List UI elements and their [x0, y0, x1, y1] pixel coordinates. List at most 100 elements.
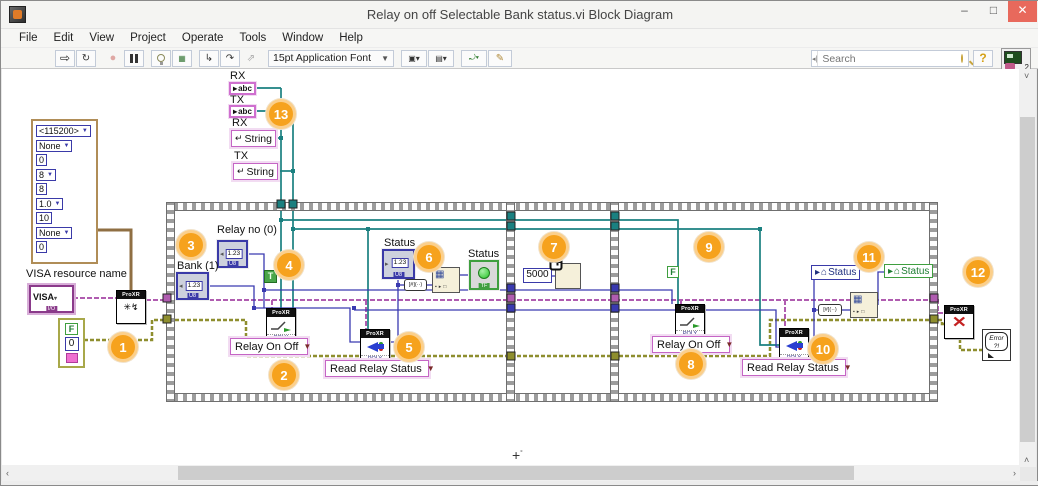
relay-on-off-selector-1[interactable]: Relay On Off ▼ — [230, 338, 311, 355]
close-button[interactable]: ✕ — [1008, 1, 1037, 22]
baud-rate-dropdown[interactable]: <115200> ▼ — [36, 125, 91, 137]
minimize-button[interactable]: – — [950, 1, 979, 22]
local-write-arrow-icon: ↵ — [237, 166, 245, 176]
status-boolean-indicator[interactable]: TF — [469, 260, 499, 290]
context-help-button[interactable]: ? — [973, 50, 993, 67]
numeric-item[interactable]: 0 — [36, 241, 48, 253]
terminal-arrow-icon: ▸ — [385, 261, 389, 269]
index-array-node-2[interactable]: ▦ ▪▸□ — [850, 292, 878, 318]
font-selector[interactable]: 15pt Application Font ▼ — [268, 49, 394, 67]
error-wire — [84, 318, 982, 358]
step-over-button[interactable]: ↷ — [220, 49, 240, 67]
bank-control[interactable]: ◂ 1.23 U8 — [176, 272, 209, 300]
step-out-icon: ⇗ — [246, 52, 256, 64]
false-constant[interactable]: F — [667, 266, 679, 278]
pause-button[interactable] — [124, 49, 144, 67]
chevron-down-icon: ▼ — [54, 200, 61, 207]
vertical-scroll-thumb[interactable] — [1020, 117, 1035, 442]
numeric-icon: 1.23 — [225, 248, 243, 259]
rx-local-label: RX — [232, 117, 248, 129]
serial-config-cluster[interactable]: <115200> ▼ None ▼ 0 8 ▼ 8 1.0 ▼ 10 None ▼ 0 — [31, 119, 98, 264]
sequence-frame-left — [166, 202, 175, 402]
align-objects-button[interactable]: ▣▾ — [401, 49, 427, 67]
menu-tools[interactable]: Tools — [231, 29, 274, 47]
status-local-variable-boolean[interactable]: ▸ ⌂ Status — [884, 264, 934, 278]
flow-control-dropdown[interactable]: None ▼ — [36, 226, 73, 239]
probe-icon: ▦ — [178, 53, 186, 63]
menu-project[interactable]: Project — [122, 29, 174, 47]
menu-view[interactable]: View — [81, 29, 122, 47]
horizontal-scroll-thumb[interactable] — [178, 466, 854, 480]
proxr-read-status-subvi-1[interactable]: ProXR POLY — [360, 329, 390, 363]
search-input[interactable] — [818, 52, 962, 65]
maximize-button[interactable]: □ — [979, 1, 1008, 22]
visa-resource-label: VISA resource name — [26, 268, 127, 280]
proxr-read-status-subvi-2[interactable]: ProXR POLY — [779, 328, 809, 362]
proxr-close-subvi[interactable]: ProXR ✕ — [944, 305, 974, 339]
run-continuous-button[interactable]: ↻ — [76, 49, 96, 67]
numeric-item[interactable]: 10 — [36, 212, 53, 224]
proxr-relay-on-off-subvi-2[interactable]: ProXR POLY — [675, 304, 705, 338]
step-out-button[interactable]: ⇗ — [241, 50, 261, 67]
proxr-relay-on-off-subvi-1[interactable]: ProXR POLY — [266, 308, 296, 342]
retain-wire-values-button[interactable]: ▦ — [172, 49, 192, 67]
scroll-down-arrow[interactable]: ˄ — [1024, 455, 1029, 465]
node-header: ProXR — [945, 306, 973, 314]
tx-string-local-variable[interactable]: ↵ String — [233, 163, 278, 180]
number-to-boolean-array-node-2[interactable]: [#](··) — [818, 304, 842, 316]
menu-file[interactable]: File — [11, 29, 46, 47]
step-into-button[interactable]: ↳ — [199, 49, 219, 67]
toolbar: ⇨ ↻ ● ▦ ↳ ↷ ⇗ 15pt Application Font ▼ ▣▾… — [1, 48, 1038, 73]
scroll-up-arrow[interactable]: ˅ — [1024, 71, 1029, 81]
numeric-icon: 1.23 — [391, 258, 409, 269]
search-box[interactable]: ◂| — [811, 50, 969, 67]
chevron-down-icon: ▼ — [725, 340, 734, 349]
terminal-arrow-icon: ▸ — [233, 84, 238, 93]
resize-objects-button[interactable]: ⤾▾ — [461, 49, 487, 67]
callout-badge-5: 5 — [394, 332, 424, 362]
wait-ms-constant[interactable]: 5000 — [523, 268, 552, 283]
block-diagram-canvas[interactable]: RX ▸ abc TX ▸ abc RX ↵ String TX ↵ String <1… — [2, 69, 1020, 467]
sequence-frame-divider-1 — [506, 202, 515, 402]
abort-button[interactable]: ● — [103, 50, 123, 67]
scroll-left-arrow[interactable]: ‹ — [6, 468, 9, 478]
relay-no-control[interactable]: ◂ 1.23 U8 — [217, 240, 248, 268]
menu-window[interactable]: Window — [274, 29, 331, 47]
stop-bits-dropdown[interactable]: 1.0 ▼ — [36, 197, 64, 210]
number-to-boolean-array-node[interactable]: [#](··) — [404, 279, 427, 291]
parity-dropdown[interactable]: None ▼ — [36, 139, 73, 152]
read-relay-status-selector-1[interactable]: Read Relay Status ▼ — [325, 360, 435, 377]
wait-ms-node[interactable] — [549, 257, 581, 289]
horizontal-scrollbar[interactable]: ‹ › — [2, 465, 1020, 481]
distribute-objects-button[interactable]: ▤▾ — [428, 49, 454, 67]
chevron-down-icon: ▼ — [381, 53, 389, 63]
index-array-node[interactable]: ▦ ▪▸□ — [432, 267, 460, 293]
cleanup-diagram-button[interactable]: ✎ — [488, 49, 512, 67]
menu-operate[interactable]: Operate — [174, 29, 232, 47]
callout-badge-3: 3 — [176, 230, 206, 260]
status-numeric-indicator[interactable]: ▸ 1.23 U8 — [382, 249, 415, 279]
array-grid-icon: ▦ — [435, 269, 445, 280]
read-arrow-icon — [366, 341, 384, 352]
relay-no-label: Relay no (0) — [217, 224, 277, 236]
menu-edit[interactable]: Edit — [46, 29, 82, 47]
proxr-init-subvi[interactable]: ProXR ✳↯ — [116, 290, 146, 324]
array-grid-icon: ▦ — [853, 294, 863, 305]
rx-string-local-variable[interactable]: ↵ String — [231, 130, 276, 147]
numeric-item[interactable]: 8 — [36, 183, 48, 195]
status-local-variable-numeric[interactable]: ▸ ⌂ Status — [811, 265, 861, 280]
error-in-cluster[interactable]: F 0 — [58, 318, 85, 368]
simple-error-handler-node[interactable]: Error ?! — [982, 329, 1011, 361]
visa-resource-control[interactable]: VISA▾ I/O — [29, 285, 74, 313]
callout-badge-11: 11 — [854, 242, 884, 272]
numeric-item[interactable]: 0 — [36, 154, 48, 166]
run-button[interactable]: ⇨ — [55, 49, 75, 67]
read-arrow-icon — [785, 340, 803, 351]
vertical-scrollbar[interactable]: ˅ ˄ — [1019, 69, 1036, 467]
highlight-execution-button[interactable] — [151, 49, 171, 67]
terminal-arrow-icon: ◂ — [220, 251, 224, 259]
scroll-right-arrow[interactable]: › — [1013, 468, 1016, 478]
menu-help[interactable]: Help — [331, 29, 371, 47]
data-bits-dropdown[interactable]: 8 ▼ — [36, 168, 56, 181]
numeric-icon: 1.23 — [185, 280, 203, 291]
